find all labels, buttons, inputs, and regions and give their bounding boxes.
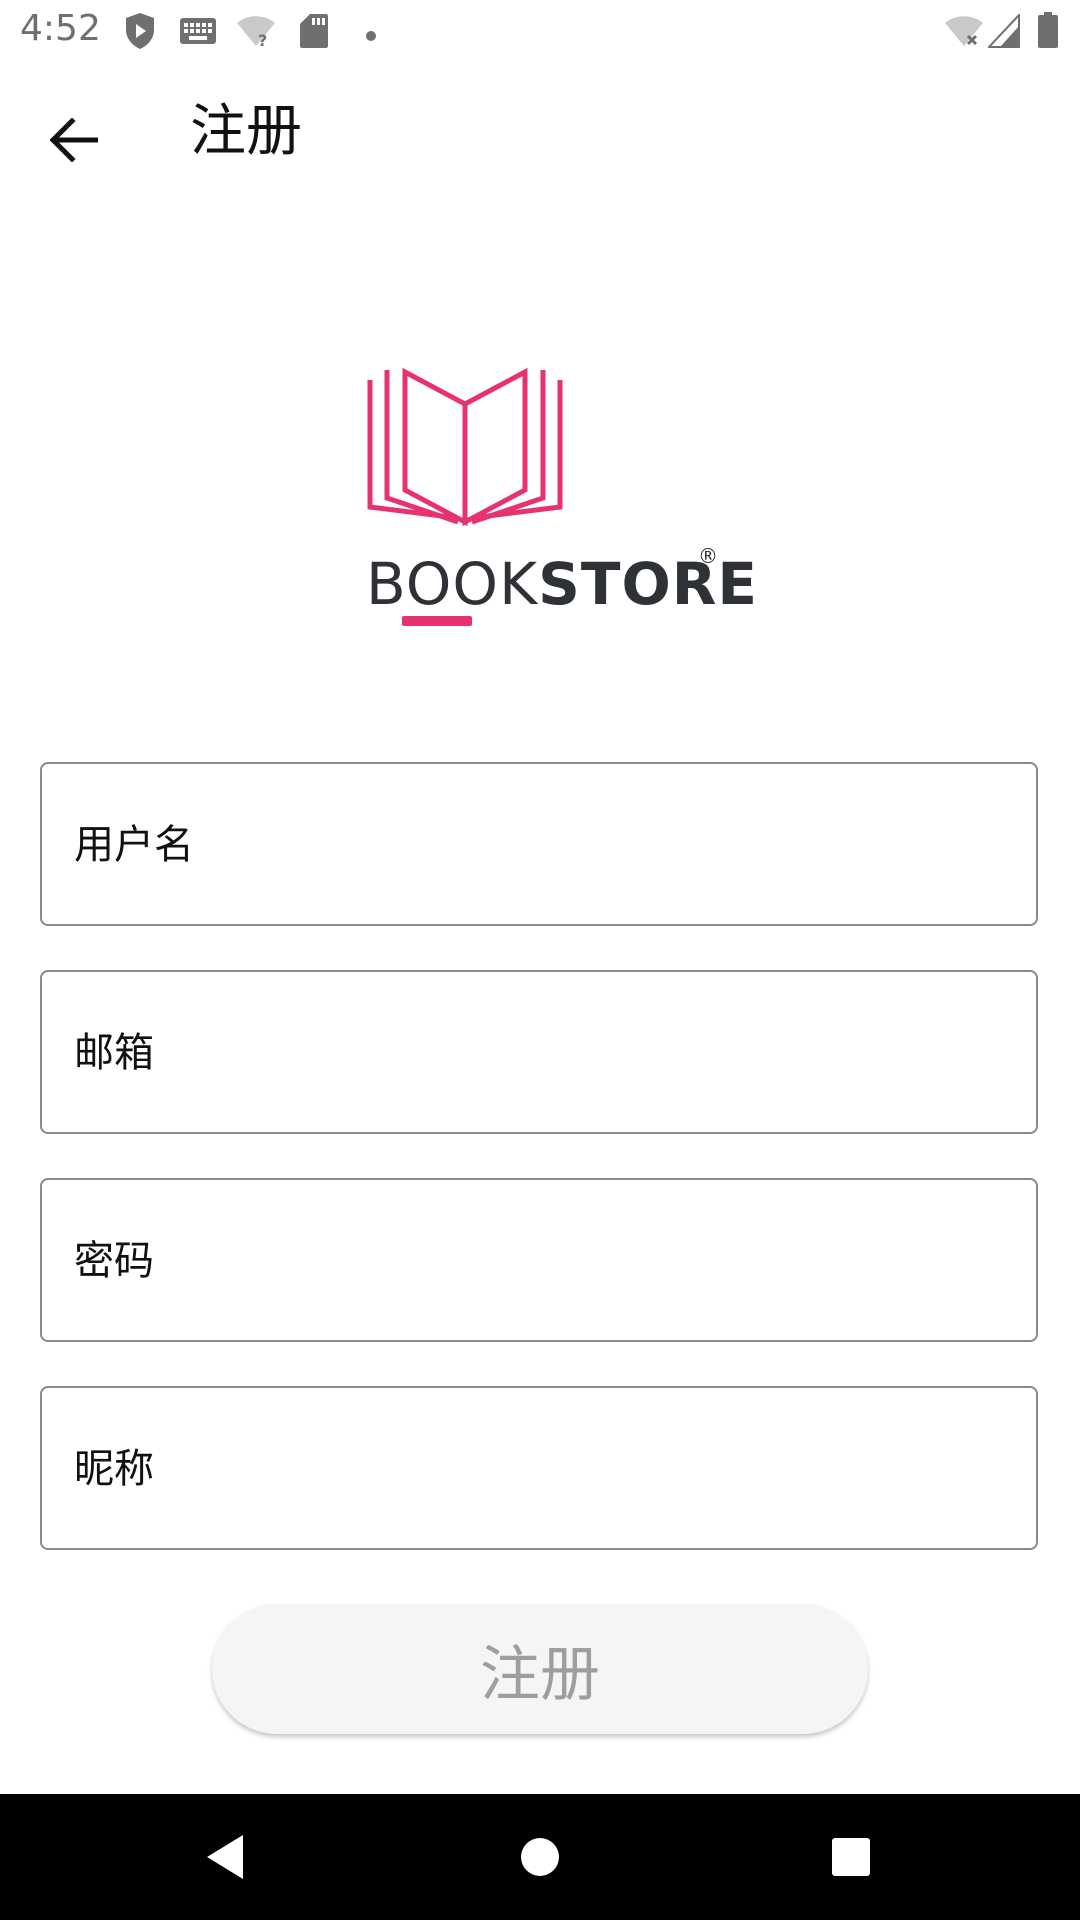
battery-icon <box>1038 12 1058 52</box>
nav-recents-button[interactable] <box>816 1822 886 1892</box>
register-screen: 4:52 ? 注册 BOOKSTORE ® 用户名 邮箱 昵称 注册 <box>0 0 1080 1920</box>
arrow-back-icon <box>50 118 98 162</box>
back-button[interactable] <box>34 100 114 180</box>
open-book-icon <box>367 367 563 527</box>
bookstore-logo: BOOKSTORE ® <box>360 360 757 640</box>
register-button[interactable]: 注册 <box>212 1604 868 1734</box>
status-bar: 4:52 ? <box>0 0 1080 64</box>
nickname-input[interactable] <box>72 1388 1006 1550</box>
wifi-off-icon <box>944 14 984 52</box>
nickname-field[interactable] <box>40 1386 1038 1550</box>
system-nav-bar <box>0 1794 1080 1920</box>
wifi-unknown-icon: ? <box>236 14 276 52</box>
page-title: 注册 <box>190 99 302 164</box>
back-triangle-icon <box>207 1835 243 1879</box>
sd-card-icon <box>300 14 328 52</box>
shield-play-icon <box>124 12 156 54</box>
logo-text-book: BOOK <box>366 550 539 618</box>
nav-home-button[interactable] <box>505 1822 575 1892</box>
logo-underline <box>402 616 472 626</box>
email-input[interactable] <box>72 972 1006 1134</box>
nav-back-button[interactable] <box>190 1822 260 1892</box>
email-field[interactable] <box>40 970 1038 1134</box>
username-field[interactable] <box>40 762 1038 926</box>
keyboard-icon <box>180 18 216 48</box>
home-circle-icon <box>521 1838 559 1876</box>
notification-dot-icon <box>366 26 376 45</box>
status-time: 4:52 <box>20 8 101 49</box>
registered-mark: ® <box>698 544 718 568</box>
username-input[interactable] <box>72 764 1006 926</box>
password-input[interactable] <box>72 1180 1006 1342</box>
password-field[interactable] <box>40 1178 1038 1342</box>
svg-text:?: ? <box>258 31 267 48</box>
top-app-bar: 注册 <box>0 64 1080 224</box>
logo-text-store: STORE <box>538 550 759 618</box>
cell-signal-icon <box>986 12 1020 52</box>
recents-square-icon <box>832 1838 870 1876</box>
